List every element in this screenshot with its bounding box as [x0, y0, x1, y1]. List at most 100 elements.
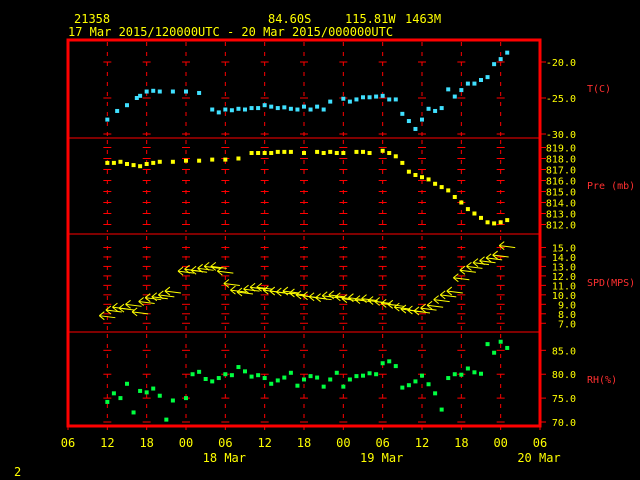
data-point-temperature	[406, 119, 411, 124]
data-point-temperature	[249, 106, 254, 111]
data-point-temperature	[321, 107, 326, 112]
data-point-rh	[406, 383, 411, 388]
x-tick-label: 18	[297, 436, 311, 450]
y-tick-label-temperature: -25.0	[546, 94, 576, 105]
data-point-pressure	[452, 195, 457, 199]
data-point-rh	[131, 410, 136, 415]
data-point-temperature	[151, 88, 156, 93]
data-point-rh	[413, 379, 418, 384]
data-point-temperature	[157, 89, 162, 94]
data-point-pressure	[479, 215, 483, 220]
data-point-rh	[249, 374, 254, 379]
data-point-rh	[361, 373, 365, 378]
data-point-pressure	[269, 151, 274, 155]
data-point-rh	[144, 390, 149, 395]
data-point-temperature	[341, 96, 346, 101]
y-tick-label-wind: 7.0	[558, 319, 576, 330]
data-point-rh	[498, 339, 503, 344]
x-tick-label: 00	[336, 436, 350, 450]
data-point-pressure	[184, 158, 188, 163]
data-point-temperature	[262, 103, 267, 108]
wind-arrow	[433, 295, 450, 304]
date-label: 19 Mar	[360, 451, 403, 465]
data-point-pressure	[485, 220, 490, 225]
y-tick-label-rh: 75.0	[552, 394, 576, 405]
data-point-pressure	[105, 160, 110, 165]
data-point-rh	[302, 377, 306, 382]
data-point-rh	[341, 384, 346, 389]
data-point-temperature	[426, 106, 431, 111]
data-point-rh	[229, 373, 234, 378]
y-tick-label-pressure: 818.0	[546, 155, 576, 166]
data-point-pressure	[111, 160, 116, 165]
data-point-temperature	[485, 75, 490, 80]
x-tick-label: 00	[493, 436, 507, 450]
y-tick-label-pressure: 815.0	[546, 188, 576, 199]
data-point-rh	[393, 364, 398, 369]
data-point-rh	[479, 371, 483, 376]
y-tick-label-temperature: -30.0	[546, 130, 576, 141]
data-point-temperature	[465, 81, 470, 86]
data-point-pressure	[439, 185, 444, 190]
data-point-rh	[354, 374, 359, 379]
data-point-pressure	[197, 158, 202, 163]
data-point-pressure	[223, 157, 228, 162]
data-point-pressure	[446, 188, 451, 193]
data-point-pressure	[420, 175, 424, 180]
data-point-temperature	[479, 78, 483, 82]
wind-arrow	[131, 307, 149, 317]
data-point-rh	[492, 350, 497, 355]
data-point-temperature	[144, 89, 149, 94]
data-point-temperature	[236, 106, 241, 111]
data-point-pressure	[144, 162, 149, 166]
y-tick-label-pressure: 819.0	[546, 144, 576, 155]
panel-label-temperature: T(C)	[587, 84, 611, 95]
data-point-pressure	[151, 160, 156, 165]
data-point-pressure	[315, 149, 320, 154]
data-point-temperature	[256, 106, 261, 111]
data-point-temperature	[229, 108, 234, 113]
data-point-rh	[308, 374, 313, 379]
data-point-pressure	[236, 156, 241, 161]
data-point-temperature	[452, 94, 457, 99]
y-tick-label-rh: 70.0	[552, 418, 576, 429]
data-point-temperature	[282, 105, 287, 110]
data-point-rh	[203, 377, 208, 381]
data-point-temperature	[302, 104, 306, 109]
data-point-temperature	[216, 110, 221, 115]
data-point-pressure	[334, 151, 339, 155]
data-point-temperature	[315, 104, 320, 109]
data-point-temperature	[243, 107, 247, 112]
data-point-temperature	[374, 94, 379, 99]
data-point-temperature	[400, 111, 405, 116]
data-point-rh	[288, 370, 293, 375]
data-point-pressure	[406, 169, 411, 174]
data-point-temperature	[328, 99, 333, 104]
data-point-temperature	[439, 106, 444, 111]
data-point-pressure	[118, 159, 123, 164]
panel-label-rh: RH(%)	[587, 375, 617, 386]
data-point-temperature	[223, 107, 228, 112]
data-point-rh	[138, 388, 143, 393]
data-point-temperature	[361, 95, 365, 100]
wind-arrow	[446, 286, 463, 296]
data-point-rh	[328, 377, 333, 382]
data-point-temperature	[125, 103, 129, 108]
x-tick-label: 12	[257, 436, 271, 450]
wind-arrow	[426, 300, 444, 310]
data-point-rh	[275, 378, 280, 383]
x-tick-label: 00	[179, 436, 193, 450]
data-point-rh	[420, 373, 424, 378]
data-point-rh	[105, 399, 110, 404]
data-point-rh	[452, 372, 457, 377]
data-point-rh	[164, 417, 169, 422]
data-point-temperature	[115, 108, 120, 113]
data-point-temperature	[354, 97, 359, 102]
data-point-rh	[243, 369, 247, 374]
data-point-rh	[439, 407, 444, 412]
data-point-rh	[118, 396, 123, 401]
data-point-rh	[170, 398, 175, 403]
data-point-pressure	[426, 177, 431, 182]
data-point-rh	[216, 376, 221, 381]
data-point-pressure	[210, 157, 215, 162]
